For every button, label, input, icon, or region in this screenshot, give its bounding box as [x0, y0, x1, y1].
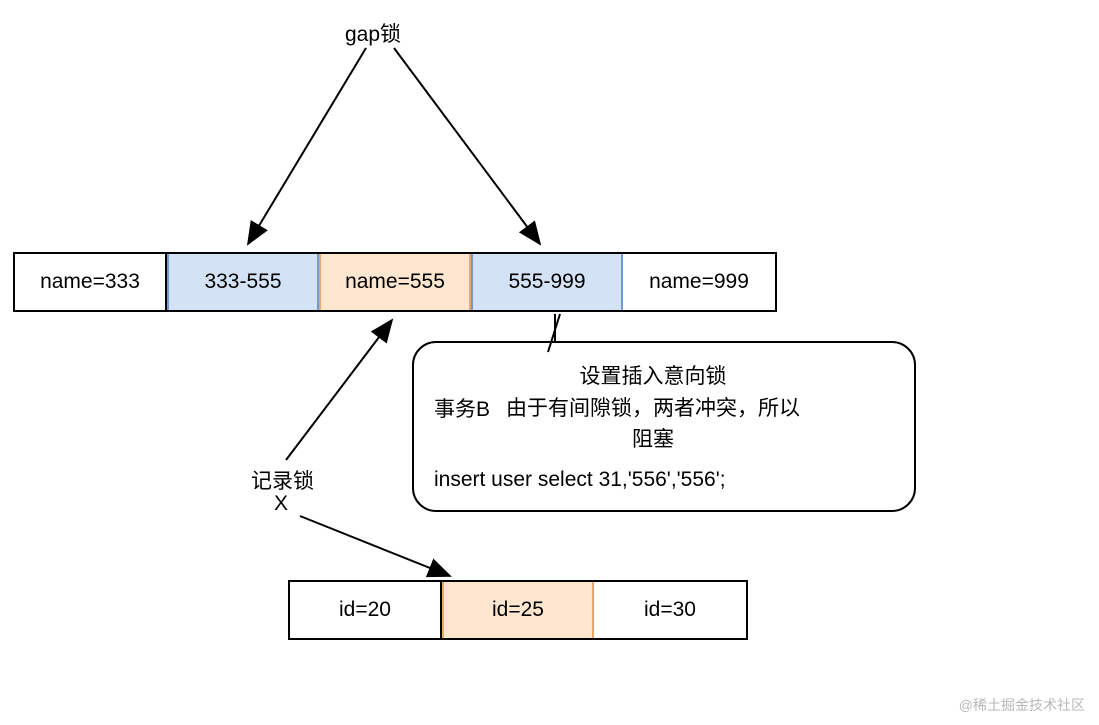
cell-id-30: id=30	[594, 582, 746, 638]
cell-id-20: id=20	[290, 582, 442, 638]
callout-line1: 设置插入意向锁	[506, 361, 800, 393]
callout-line3: 阻塞	[506, 424, 800, 456]
cell-gap-333-555: 333-555	[167, 254, 319, 310]
callout-explain: 设置插入意向锁 由于有间隙锁，两者冲突，所以 阻塞	[506, 361, 800, 456]
record-lock-label: 记录锁	[251, 465, 314, 495]
gap-lock-label: gap锁	[345, 18, 401, 48]
index-name-row: name=333 333-555 name=555 555-999 name=9…	[13, 252, 777, 312]
index-id-row: id=20 id=25 id=30	[288, 580, 748, 640]
transaction-b-callout: 事务B 设置插入意向锁 由于有间隙锁，两者冲突，所以 阻塞 insert use…	[412, 341, 916, 512]
record-lock-x: X	[274, 492, 288, 516]
cell-gap-555-999: 555-999	[471, 254, 623, 310]
cell-id-25: id=25	[442, 582, 594, 638]
cell-name-333: name=333	[15, 254, 167, 310]
cell-name-999: name=999	[623, 254, 775, 310]
watermark: @稀土掘金技术社区	[959, 695, 1085, 715]
callout-line2: 由于有间隙锁，两者冲突，所以	[506, 393, 800, 425]
callout-sql: insert user select 31,'556','556';	[434, 468, 894, 492]
tx-b-label: 事务B	[434, 393, 506, 423]
cell-name-555: name=555	[319, 254, 471, 310]
